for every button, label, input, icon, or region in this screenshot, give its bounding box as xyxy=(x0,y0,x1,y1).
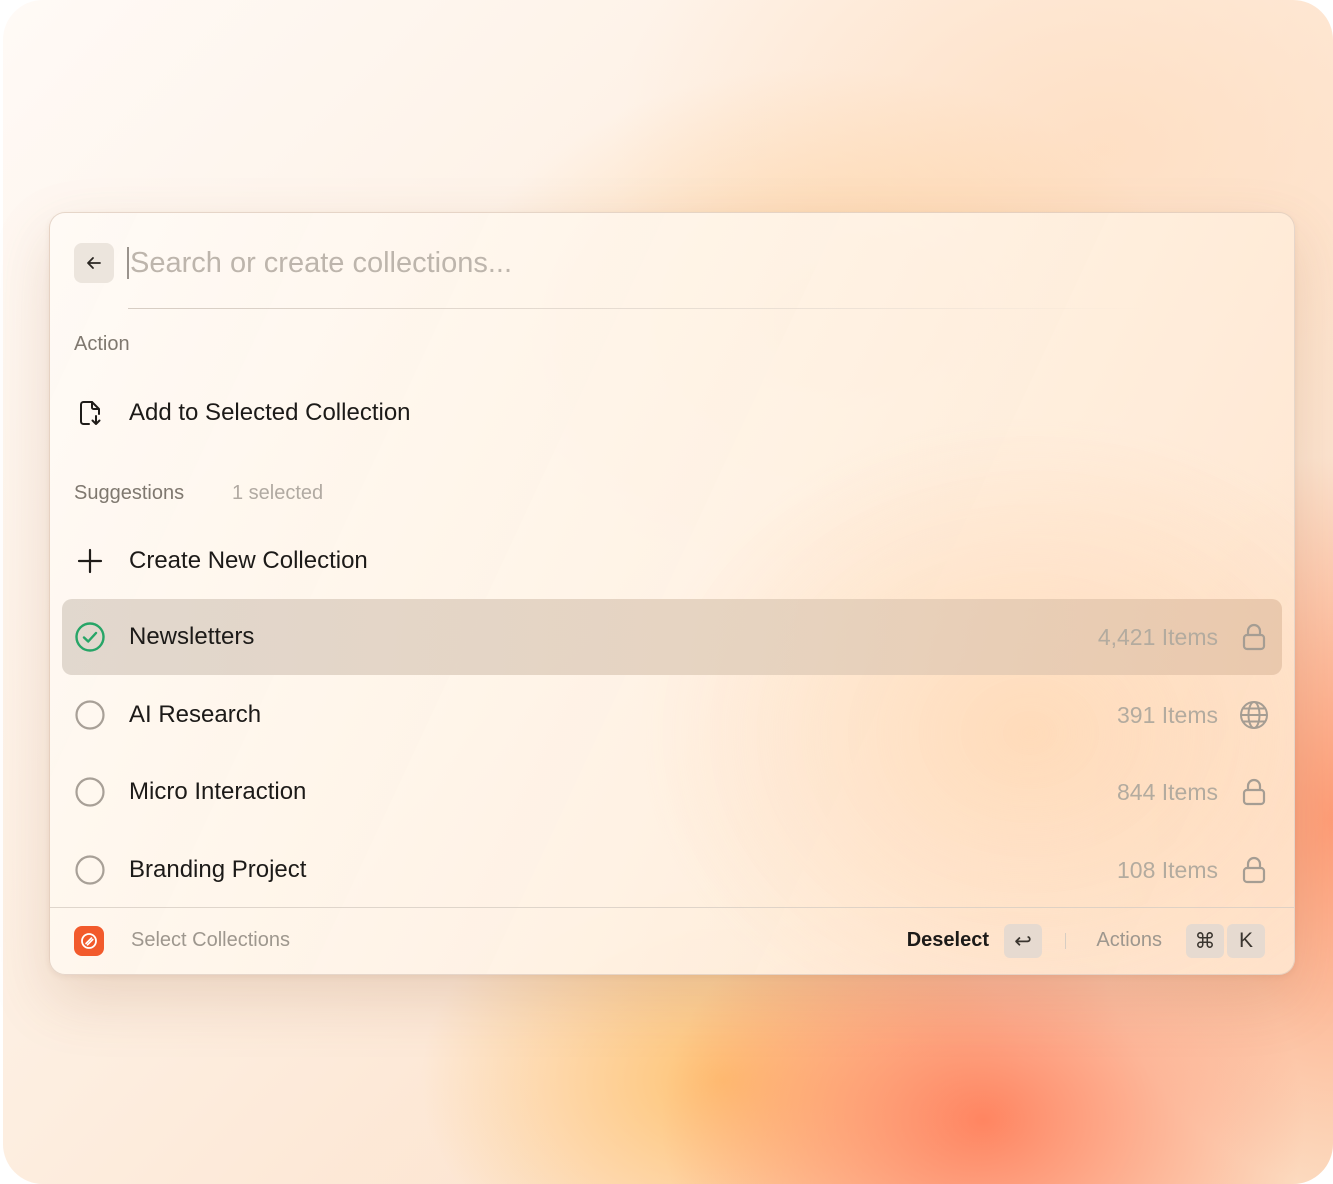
collection-count: 108 Items xyxy=(1117,857,1218,883)
collections-command-palette: Action Add to Selected Collection Sugges… xyxy=(49,212,1295,975)
radio-circle-icon[interactable] xyxy=(74,854,106,886)
action-label: Add to Selected Collection xyxy=(129,399,411,426)
lock-icon xyxy=(1238,776,1270,808)
check-circle-icon[interactable] xyxy=(74,621,106,653)
lock-icon xyxy=(1238,621,1270,653)
collection-count: 391 Items xyxy=(1117,702,1218,728)
selected-count: 1 selected xyxy=(232,482,324,504)
collection-count: 844 Items xyxy=(1117,779,1218,805)
footer-label: Select Collections xyxy=(131,929,290,951)
lock-icon xyxy=(1238,854,1270,886)
k-key-badge: K xyxy=(1227,924,1265,958)
arrow-left-icon xyxy=(87,257,101,269)
create-label: Create New Collection xyxy=(129,547,368,574)
back-button[interactable] xyxy=(74,243,114,283)
collection-name: Newsletters xyxy=(129,623,255,650)
collection-name: Branding Project xyxy=(129,856,307,883)
collection-name: Micro Interaction xyxy=(129,778,307,805)
globe-icon xyxy=(1238,699,1270,731)
collection-item-branding-project[interactable]: Branding Project 108 Items xyxy=(62,832,1282,908)
collection-item-micro-interaction[interactable]: Micro Interaction 844 Items xyxy=(62,754,1282,830)
search-divider xyxy=(128,308,1144,309)
radio-circle-icon[interactable] xyxy=(74,699,106,731)
collection-item-ai-research[interactable]: AI Research 391 Items xyxy=(62,677,1282,753)
action-add-to-selected[interactable]: Add to Selected Collection xyxy=(62,375,1282,451)
create-new-collection[interactable]: Create New Collection xyxy=(62,523,1282,599)
collection-item-newsletters[interactable]: Newsletters 4,421 Items xyxy=(62,599,1282,675)
deselect-button[interactable]: Deselect xyxy=(907,929,989,952)
radio-circle-icon[interactable] xyxy=(74,776,106,808)
palette-footer: Select Collections Deselect ↩ Actions ⌘ … xyxy=(50,907,1294,974)
plus-icon xyxy=(74,545,106,577)
cmd-key-badge: ⌘ xyxy=(1186,924,1224,958)
action-section-title: Action xyxy=(74,333,130,355)
suggestions-section-title: Suggestions xyxy=(74,482,185,504)
footer-separator xyxy=(1065,933,1066,949)
collection-name: AI Research xyxy=(129,701,262,728)
enter-key-badge: ↩ xyxy=(1004,924,1042,958)
search-row xyxy=(74,243,1270,283)
collection-count: 4,421 Items xyxy=(1097,624,1218,650)
app-logo-icon xyxy=(74,926,104,956)
search-input[interactable] xyxy=(130,243,1030,283)
actions-button[interactable]: Actions xyxy=(1096,929,1162,952)
text-caret xyxy=(127,247,129,279)
file-add-icon xyxy=(74,397,106,429)
